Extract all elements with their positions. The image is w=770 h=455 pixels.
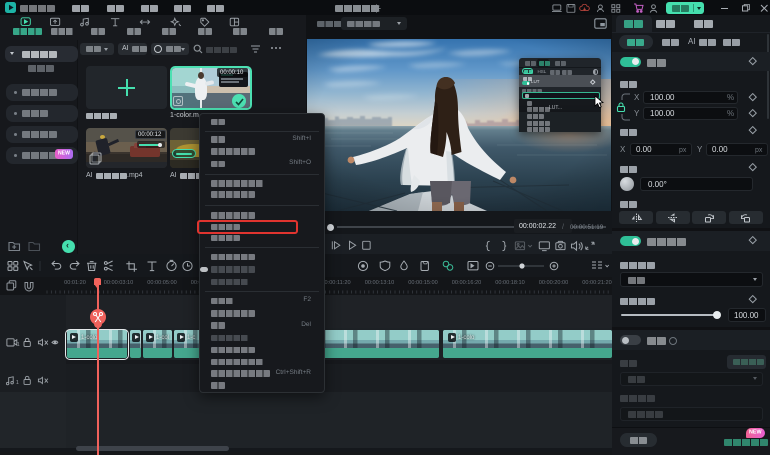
svg-text:1: 1 [17,342,20,348]
svg-text:1: 1 [16,380,19,386]
